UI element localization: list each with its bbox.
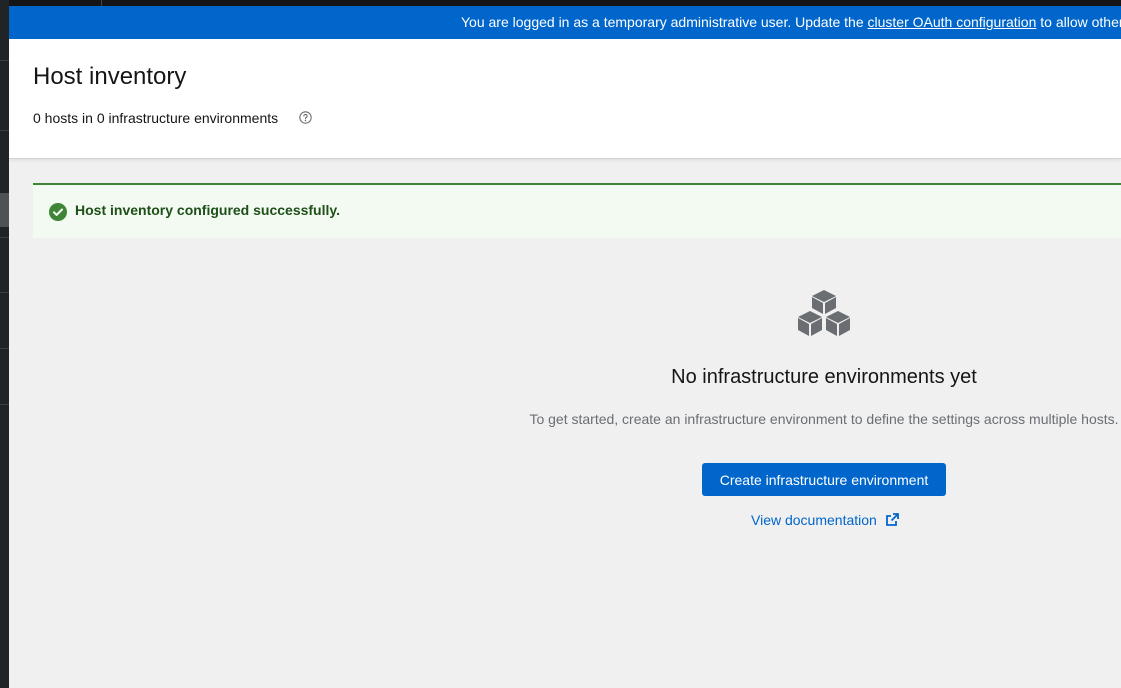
page-title: Host inventory [33, 63, 187, 90]
banner-content: You are logged in as a temporary adminis… [461, 6, 1121, 39]
host-count-summary: 0 hosts in 0 infrastructure environments [33, 110, 279, 126]
nav-item-selected[interactable] [0, 193, 9, 227]
empty-state-body: To get started, create an infrastructure… [529, 411, 1119, 427]
oauth-config-link[interactable]: cluster OAuth configuration [868, 14, 1037, 30]
external-link-icon [885, 513, 899, 526]
view-documentation-label: View documentation [751, 512, 877, 528]
page-header: Host inventory 0 hosts in 0 infrastructu… [9, 39, 1121, 159]
nav-divider [0, 60, 9, 61]
nav-divider [0, 348, 9, 349]
success-alert: Host inventory configured successfully. [33, 183, 1121, 238]
banner-text-end: to allow others to log in. [1040, 14, 1121, 30]
nav-divider [0, 292, 9, 293]
nav-divider [0, 404, 9, 405]
cubes-icon [798, 290, 850, 336]
nav-divider [0, 237, 9, 238]
question-circle-icon[interactable] [299, 111, 312, 124]
create-infrastructure-environment-button[interactable]: Create infrastructure environment [702, 463, 946, 496]
banner-text: You are logged in as a temporary adminis… [461, 14, 868, 30]
check-circle-icon [49, 203, 67, 221]
empty-state-title: No infrastructure environments yet [671, 366, 977, 388]
admin-banner: You are logged in as a temporary adminis… [9, 6, 1121, 39]
alert-message: Host inventory configured successfully. [75, 202, 341, 218]
view-documentation-link[interactable]: View documentation [751, 512, 899, 528]
nav-rail [0, 0, 9, 688]
nav-divider [0, 130, 9, 131]
